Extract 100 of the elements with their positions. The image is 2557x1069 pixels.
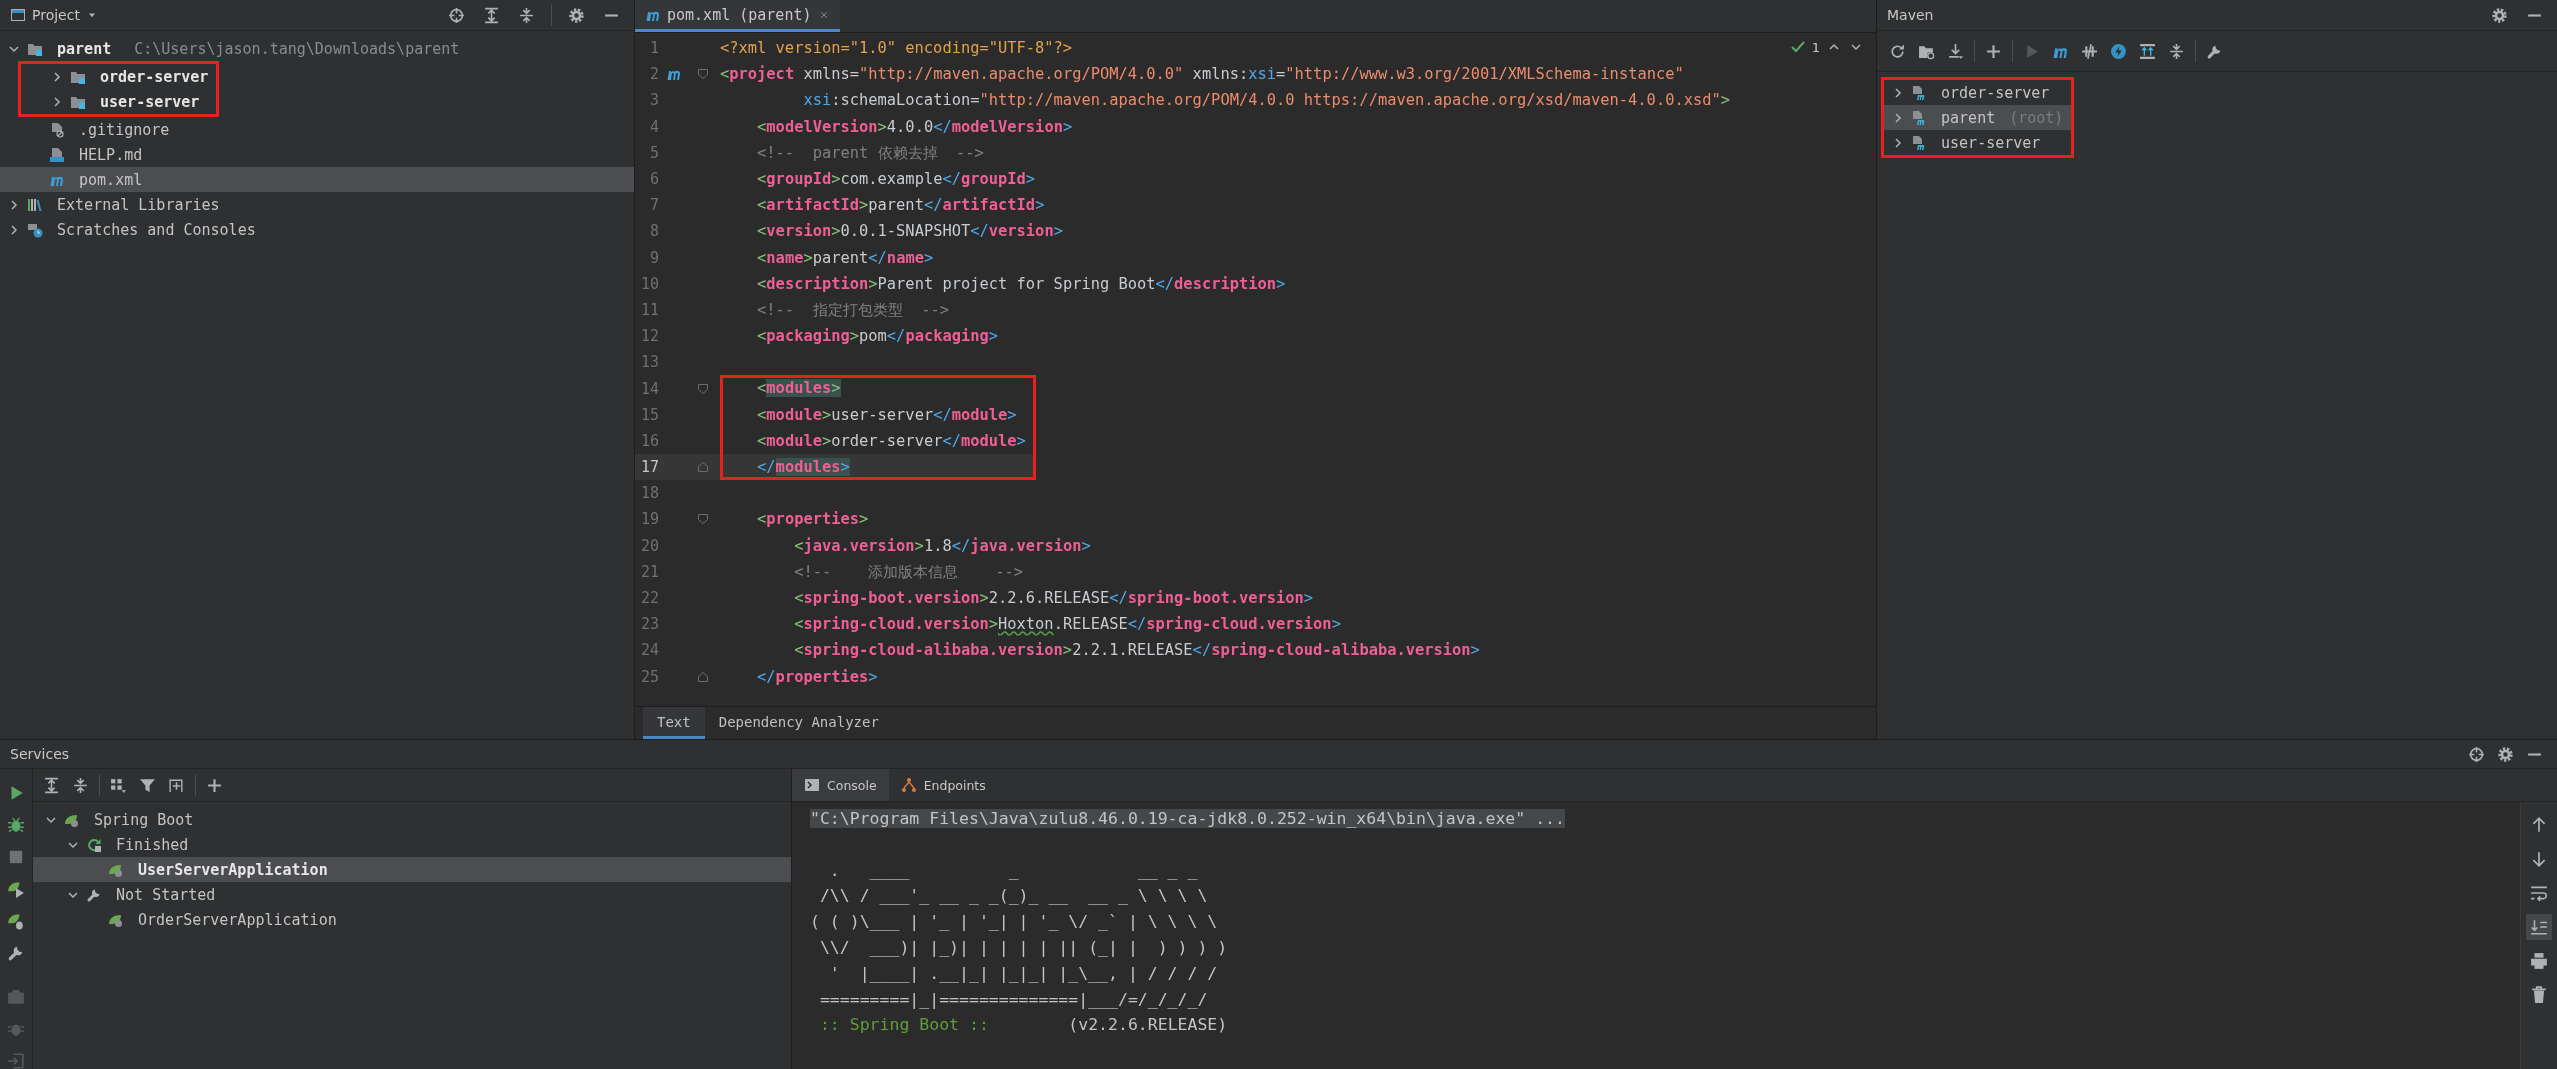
line-number: 11 bbox=[639, 300, 659, 319]
refresh-icon[interactable] bbox=[1889, 42, 1906, 60]
toggle-offline-icon[interactable] bbox=[2081, 42, 2098, 60]
collapse-all-icon[interactable] bbox=[518, 6, 535, 24]
arrow-up-icon[interactable] bbox=[2530, 816, 2548, 834]
settings-icon[interactable] bbox=[2497, 745, 2514, 763]
editor-mode-tab[interactable]: Text bbox=[643, 707, 705, 739]
banner-line: /\\ / ___'_ __ _ _(_)_ __ __ _ \ \ \ \ bbox=[818, 885, 1209, 908]
code-line: <properties> bbox=[756, 509, 869, 531]
line-number: 7 bbox=[648, 196, 659, 215]
tree-item[interactable]: user-server bbox=[21, 89, 217, 114]
code-line: <spring-cloud-alibaba.version>2.2.1.RELEASE</spring-cloud-alibaba.version> bbox=[793, 640, 1480, 662]
add-icon[interactable] bbox=[1985, 42, 2002, 60]
print-icon[interactable] bbox=[2530, 952, 2548, 970]
panel-title: Services bbox=[10, 746, 70, 762]
code-line: xsi:schemaLocation="http://maven.apache.org/POM/4.0.0 https://maven.apache.org/xsd/maven-4.0.0.xsd"> bbox=[802, 90, 1731, 112]
libraries-icon bbox=[27, 196, 43, 213]
tree-item[interactable]: user-server bbox=[1884, 130, 2072, 155]
settings-icon[interactable] bbox=[568, 6, 585, 24]
line-number: 25 bbox=[639, 667, 659, 686]
spring-run-icon[interactable] bbox=[7, 880, 25, 898]
lightning-icon[interactable] bbox=[2110, 42, 2127, 60]
line-number: 9 bbox=[648, 248, 659, 267]
code-line: <packaging>pom</packaging> bbox=[756, 326, 999, 348]
tree-item[interactable]: parent C:\Users\jason.tang\Downloads\parent bbox=[0, 36, 634, 61]
fold-close-icon[interactable] bbox=[697, 670, 709, 683]
code-line: <artifactId>parent</artifactId> bbox=[756, 195, 1045, 217]
code-line: <groupId>com.example</groupId> bbox=[756, 168, 1036, 190]
arrow-down-icon[interactable] bbox=[2530, 850, 2548, 868]
crosshair-icon[interactable] bbox=[2468, 745, 2485, 763]
stop-icon[interactable] bbox=[7, 848, 25, 866]
line-number: 17 bbox=[639, 458, 659, 477]
banner-label: :: Spring Boot :: bbox=[818, 1015, 990, 1035]
code-line: <spring-cloud.version>Hoxton.RELEASE</spring-cloud.version> bbox=[793, 614, 1341, 636]
markdown-file-icon bbox=[49, 146, 65, 163]
expand-all-icon[interactable] bbox=[483, 6, 500, 24]
panel-icon bbox=[10, 7, 26, 23]
filter-icon[interactable] bbox=[139, 776, 156, 794]
expand-all-icon[interactable] bbox=[43, 776, 60, 794]
tree-item[interactable]: .gitignore bbox=[0, 117, 634, 142]
line-number: 13 bbox=[639, 353, 659, 372]
tree-item[interactable]: order-server bbox=[21, 64, 217, 89]
tree-item[interactable]: order-server bbox=[1884, 80, 2072, 105]
panel-title: Maven bbox=[1887, 7, 1934, 23]
tree-item[interactable]: Finished bbox=[33, 832, 791, 857]
code-line: <modules> bbox=[720, 375, 1036, 402]
console-icon bbox=[804, 777, 820, 793]
line-number: 1 bbox=[648, 39, 659, 58]
console-command: "C:\Program Files\Java\zulu8.46.0.19-ca-jdk8.0.252-win_x64\bin\java.exe" ... bbox=[810, 809, 1565, 828]
line-number: 6 bbox=[648, 170, 659, 189]
code-line: <?xml version="1.0" encoding="UTF-8"?> bbox=[720, 38, 1073, 59]
tree-item[interactable]: External Libraries bbox=[0, 192, 634, 217]
line-number: 5 bbox=[648, 143, 659, 162]
editor-tab[interactable]: pom.xml (parent) bbox=[635, 0, 840, 32]
tree-item[interactable]: HELP.md bbox=[0, 142, 634, 167]
editor-mode-tab[interactable]: Dependency Analyzer bbox=[704, 707, 893, 739]
console-tab[interactable]: Endpoints bbox=[888, 769, 998, 801]
collapse-all-icon[interactable] bbox=[72, 776, 89, 794]
add-icon[interactable] bbox=[206, 776, 223, 794]
code-line: <name>parent</name> bbox=[756, 247, 934, 269]
tree-item[interactable]: OrderServerApplication bbox=[33, 907, 791, 932]
wrench-icon[interactable] bbox=[7, 944, 25, 962]
group-icon[interactable] bbox=[110, 776, 127, 794]
banner-line: ( ( )\___ | '_ | '_| | '_ \/ _` | \ \ \ \ bbox=[810, 911, 1219, 934]
line-number: 3 bbox=[648, 91, 659, 110]
show-dependencies-icon[interactable] bbox=[2139, 42, 2156, 60]
download-icon[interactable] bbox=[1947, 42, 1964, 60]
banner-line: ' |____| .__|_| |_|_| |_\__, | / / / / bbox=[828, 962, 1219, 985]
fold-open-icon[interactable] bbox=[697, 68, 709, 81]
code-line: <java.version>1.8</java.version> bbox=[793, 535, 1091, 557]
line-number: 24 bbox=[639, 641, 659, 660]
fold-open-icon[interactable] bbox=[697, 382, 709, 395]
line-number: 4 bbox=[648, 117, 659, 136]
crosshair-icon[interactable] bbox=[448, 6, 465, 24]
maven-project-icon bbox=[1911, 84, 1927, 101]
scratches-icon bbox=[27, 221, 43, 238]
rerun-icon bbox=[86, 836, 102, 853]
debug-icon[interactable] bbox=[7, 816, 25, 834]
fold-open-icon[interactable] bbox=[697, 513, 709, 526]
console-tab[interactable]: Console bbox=[792, 769, 889, 801]
tree-item[interactable]: Spring Boot bbox=[33, 807, 791, 832]
spring-debug-icon[interactable] bbox=[7, 912, 25, 930]
code-line: <project xmlns="http://maven.apache.org/POM/4.0.0" xmlns:xsi="http://www.w3.org/2001/XMLSchema-instance" bbox=[720, 64, 1684, 86]
line-number: 16 bbox=[639, 431, 659, 450]
line-number: 21 bbox=[639, 562, 659, 581]
code-line: <module>order-server</module> bbox=[720, 427, 1036, 454]
soft-wrap-icon[interactable] bbox=[2530, 884, 2548, 902]
code-line: <!-- 添加版本信息 --> bbox=[793, 561, 1024, 583]
version-text: (v2.2.6.RELEASE) bbox=[1067, 1015, 1228, 1035]
trash-icon[interactable] bbox=[2530, 986, 2548, 1004]
check-icon[interactable] bbox=[1789, 39, 1806, 55]
collapse-all-icon[interactable] bbox=[2168, 42, 2185, 60]
banner-line: . ____ _ __ _ _ bbox=[828, 859, 1199, 882]
tree-item[interactable]: UserServerApplication bbox=[33, 857, 791, 882]
tree-item[interactable]: Scratches and Consoles bbox=[0, 217, 634, 242]
settings-icon[interactable] bbox=[2491, 6, 2508, 24]
maven-project-icon bbox=[1911, 134, 1927, 151]
tree-item[interactable]: pom.xml bbox=[0, 167, 634, 192]
tree-item[interactable]: Not Started bbox=[33, 882, 791, 907]
add-service-icon[interactable] bbox=[168, 776, 185, 794]
